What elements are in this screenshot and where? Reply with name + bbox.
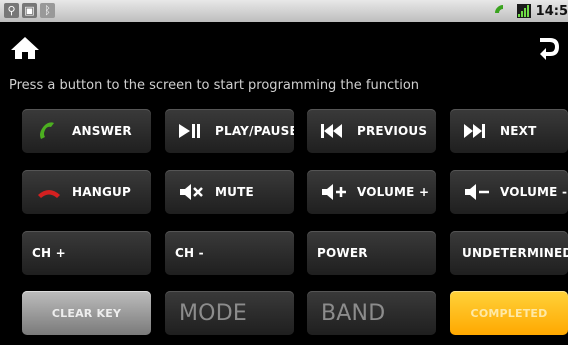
mode-button[interactable]: MODE bbox=[165, 291, 294, 335]
undetermined-label: UNDETERMINED bbox=[462, 246, 568, 260]
clear-key-button[interactable]: CLEAR KEY bbox=[22, 291, 151, 335]
play-pause-button[interactable]: PLAY/PAUSE bbox=[165, 109, 294, 153]
mute-label: MUTE bbox=[215, 185, 254, 199]
bluetooth-icon: ᛒ bbox=[40, 3, 55, 18]
volume-up-button[interactable]: VOLUME + bbox=[307, 170, 436, 214]
previous-label: PREVIOUS bbox=[357, 124, 428, 138]
usb-icon: ⚲ bbox=[4, 3, 19, 18]
android-debug-icon: ▣ bbox=[22, 3, 37, 18]
previous-button[interactable]: PREVIOUS bbox=[307, 109, 436, 153]
mode-label: MODE bbox=[179, 300, 247, 326]
power-button[interactable]: POWER bbox=[307, 231, 436, 275]
status-bar: ⚲ ▣ ᛒ 14:5 bbox=[0, 0, 568, 22]
phone-hangup-icon bbox=[38, 190, 60, 198]
volume-down-label: VOLUME - bbox=[500, 185, 568, 199]
mute-icon bbox=[180, 184, 203, 200]
status-clock: 14:5 bbox=[535, 3, 568, 19]
phone-answer-icon bbox=[40, 122, 54, 139]
status-right-icons: 14:5 bbox=[494, 2, 568, 20]
mute-button[interactable]: MUTE bbox=[165, 170, 294, 214]
hangup-button[interactable]: HANGUP bbox=[22, 170, 151, 214]
wifi-icon bbox=[494, 3, 512, 19]
answer-label: ANSWER bbox=[72, 124, 132, 138]
clear-key-label: CLEAR KEY bbox=[51, 306, 122, 320]
band-button[interactable]: BAND bbox=[307, 291, 436, 335]
completed-button[interactable]: COMPLETED bbox=[450, 291, 568, 335]
hangup-label: HANGUP bbox=[72, 185, 131, 199]
power-label: POWER bbox=[317, 246, 368, 260]
home-icon[interactable] bbox=[10, 36, 40, 60]
band-label: BAND bbox=[321, 300, 386, 326]
instruction-text: Press a button to the screen to start pr… bbox=[9, 78, 420, 93]
volume-up-icon bbox=[322, 184, 346, 200]
next-label: NEXT bbox=[500, 124, 537, 138]
signal-icon bbox=[516, 4, 531, 18]
answer-button[interactable]: ANSWER bbox=[22, 109, 151, 153]
volume-down-button[interactable]: VOLUME - bbox=[450, 170, 568, 214]
back-icon[interactable] bbox=[536, 36, 560, 60]
ch-minus-button[interactable]: CH - bbox=[165, 231, 294, 275]
next-icon bbox=[464, 121, 490, 141]
play-pause-icon bbox=[179, 121, 205, 141]
ch-plus-label: CH + bbox=[32, 246, 66, 260]
status-left-icons: ⚲ ▣ ᛒ bbox=[4, 3, 55, 18]
completed-label: COMPLETED bbox=[470, 306, 548, 320]
next-button[interactable]: NEXT bbox=[450, 109, 568, 153]
title-bar bbox=[0, 22, 568, 72]
play-pause-label: PLAY/PAUSE bbox=[215, 124, 294, 138]
volume-down-icon bbox=[465, 184, 489, 200]
ch-minus-label: CH - bbox=[175, 246, 204, 260]
volume-up-label: VOLUME + bbox=[357, 185, 430, 199]
previous-icon bbox=[321, 121, 347, 141]
ch-plus-button[interactable]: CH + bbox=[22, 231, 151, 275]
undetermined-button[interactable]: UNDETERMINED bbox=[450, 231, 568, 275]
